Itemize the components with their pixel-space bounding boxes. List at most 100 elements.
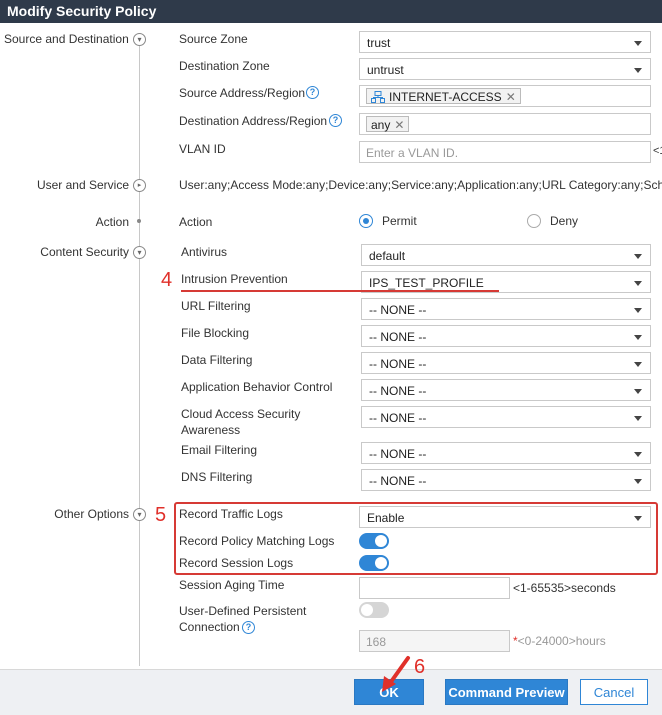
section-content-security-label: Content Security — [40, 245, 129, 259]
remove-tag-icon[interactable]: ✕ — [506, 90, 516, 104]
record-traffic-logs-value: Enable — [367, 511, 405, 525]
annotation-step-5: 5 — [155, 504, 167, 526]
session-aging-time-hint: <1-65535>seconds — [513, 581, 616, 595]
toggle-knob — [375, 535, 387, 547]
command-preview-button[interactable]: Command Preview — [445, 679, 568, 705]
url-filtering-label: URL Filtering — [181, 299, 251, 313]
section-timeline — [139, 34, 140, 666]
data-filtering-value: -- NONE -- — [369, 357, 427, 371]
chevron-down-icon — [634, 68, 642, 73]
chevron-down-icon — [634, 416, 642, 421]
cloud-access-label-line1: Cloud Access Security — [181, 407, 301, 421]
url-filtering-value: -- NONE -- — [369, 303, 427, 317]
chevron-down-icon — [634, 308, 642, 313]
permit-radio[interactable] — [359, 214, 373, 228]
permit-label: Permit — [382, 214, 417, 228]
vlan-id-placeholder: Enter a VLAN ID. — [366, 146, 459, 160]
file-blocking-value: -- NONE -- — [369, 330, 427, 344]
collapse-content-security-icon[interactable]: ▾ — [133, 246, 146, 259]
vlan-id-input[interactable]: Enter a VLAN ID. — [359, 141, 651, 163]
intrusion-prevention-label: Intrusion Prevention — [181, 272, 288, 286]
remove-tag-icon[interactable]: ✕ — [394, 118, 404, 132]
section-other-options-label: Other Options — [54, 507, 129, 521]
session-aging-time-input[interactable] — [359, 577, 510, 599]
annotation-step-4: 4 — [161, 269, 173, 291]
record-policy-matching-logs-label: Record Policy Matching Logs — [179, 534, 335, 548]
annotation-step-6: 6 — [414, 656, 426, 678]
persistent-connection-toggle[interactable] — [359, 602, 389, 618]
vlan-id-hint: <1 — [653, 145, 662, 157]
action-label: Action — [179, 215, 213, 229]
persistent-hours-input[interactable]: 168 — [359, 630, 510, 652]
record-session-logs-toggle[interactable] — [359, 555, 389, 571]
dns-filtering-value: -- NONE -- — [369, 474, 427, 488]
cancel-button[interactable]: Cancel — [580, 679, 648, 705]
destination-zone-value: untrust — [367, 63, 404, 77]
help-icon[interactable]: ? — [329, 114, 342, 127]
email-filtering-select[interactable]: -- NONE -- — [361, 442, 651, 464]
destination-zone-label: Destination Zone — [179, 59, 270, 73]
file-blocking-select[interactable]: -- NONE -- — [361, 325, 651, 347]
deny-radio[interactable] — [527, 214, 541, 228]
record-traffic-logs-select[interactable]: Enable — [359, 506, 651, 528]
intrusion-prevention-value: IPS_TEST_PROFILE — [369, 276, 484, 290]
collapse-source-destination-icon[interactable]: ▾ — [133, 33, 146, 46]
record-policy-matching-logs-toggle[interactable] — [359, 533, 389, 549]
antivirus-value: default — [369, 249, 406, 263]
dialog-title: Modify Security Policy — [0, 0, 662, 23]
user-service-summary[interactable]: User:any;Access Mode:any;Device:any;Serv… — [179, 178, 662, 192]
cloud-access-label-line2: Awareness — [181, 423, 241, 437]
app-behavior-select[interactable]: -- NONE -- — [361, 379, 651, 401]
cloud-access-value: -- NONE -- — [369, 411, 427, 425]
email-filtering-label: Email Filtering — [181, 443, 258, 457]
chevron-down-icon — [634, 281, 642, 286]
cloud-access-select[interactable]: -- NONE -- — [361, 406, 651, 428]
expand-user-service-icon[interactable]: ▸ — [133, 179, 146, 192]
destination-address-field[interactable]: any ✕ — [359, 113, 651, 135]
chevron-down-icon — [634, 362, 642, 367]
chevron-down-icon — [634, 254, 642, 259]
record-traffic-logs-label: Record Traffic Logs — [179, 507, 283, 521]
data-filtering-label: Data Filtering — [181, 353, 253, 367]
toggle-knob — [375, 557, 387, 569]
source-zone-value: trust — [367, 36, 391, 50]
record-session-logs-label: Record Session Logs — [179, 556, 294, 570]
annotation-underline — [181, 290, 499, 292]
destination-address-label: Destination Address/Region — [179, 114, 328, 128]
destination-zone-select[interactable]: untrust — [359, 58, 651, 80]
url-filtering-select[interactable]: -- NONE -- — [361, 298, 651, 320]
chevron-down-icon — [634, 41, 642, 46]
antivirus-label: Antivirus — [181, 245, 228, 259]
source-address-field[interactable]: INTERNET-ACCESS ✕ — [359, 85, 651, 107]
chevron-down-icon — [634, 479, 642, 484]
chevron-down-icon — [634, 335, 642, 340]
dns-filtering-label: DNS Filtering — [181, 470, 253, 484]
timeline-dot — [137, 219, 141, 223]
source-address-label: Source Address/Region — [179, 86, 306, 100]
annotation-arrow-icon — [382, 656, 410, 692]
help-icon[interactable]: ? — [306, 86, 319, 99]
chevron-down-icon — [634, 389, 642, 394]
chevron-down-icon — [634, 516, 642, 521]
toggle-knob — [361, 604, 373, 616]
source-zone-label: Source Zone — [179, 32, 248, 46]
app-behavior-label: Application Behavior Control — [181, 380, 333, 394]
data-filtering-select[interactable]: -- NONE -- — [361, 352, 651, 374]
persistent-hours-value: 168 — [366, 635, 387, 649]
email-filtering-value: -- NONE -- — [369, 447, 427, 461]
section-source-destination-label: Source and Destination — [4, 32, 129, 46]
help-icon[interactable]: ? — [242, 621, 255, 634]
persistent-connection-label-line2: Connection — [179, 620, 240, 634]
deny-label: Deny — [550, 214, 579, 228]
dns-filtering-select[interactable]: -- NONE -- — [361, 469, 651, 491]
source-zone-select[interactable]: trust — [359, 31, 651, 53]
destination-address-tag: any ✕ — [366, 116, 410, 132]
section-user-service-label: User and Service — [36, 178, 129, 192]
destination-address-tag-text: any — [371, 117, 391, 132]
collapse-other-options-icon[interactable]: ▾ — [133, 508, 146, 521]
persistent-hours-hint: *<0-24000>hours — [513, 634, 606, 648]
source-address-tag: INTERNET-ACCESS ✕ — [366, 88, 521, 104]
session-aging-time-label: Session Aging Time — [179, 578, 285, 592]
antivirus-select[interactable]: default — [361, 244, 651, 266]
persistent-hours-hint-text: <0-24000>hours — [517, 634, 606, 648]
